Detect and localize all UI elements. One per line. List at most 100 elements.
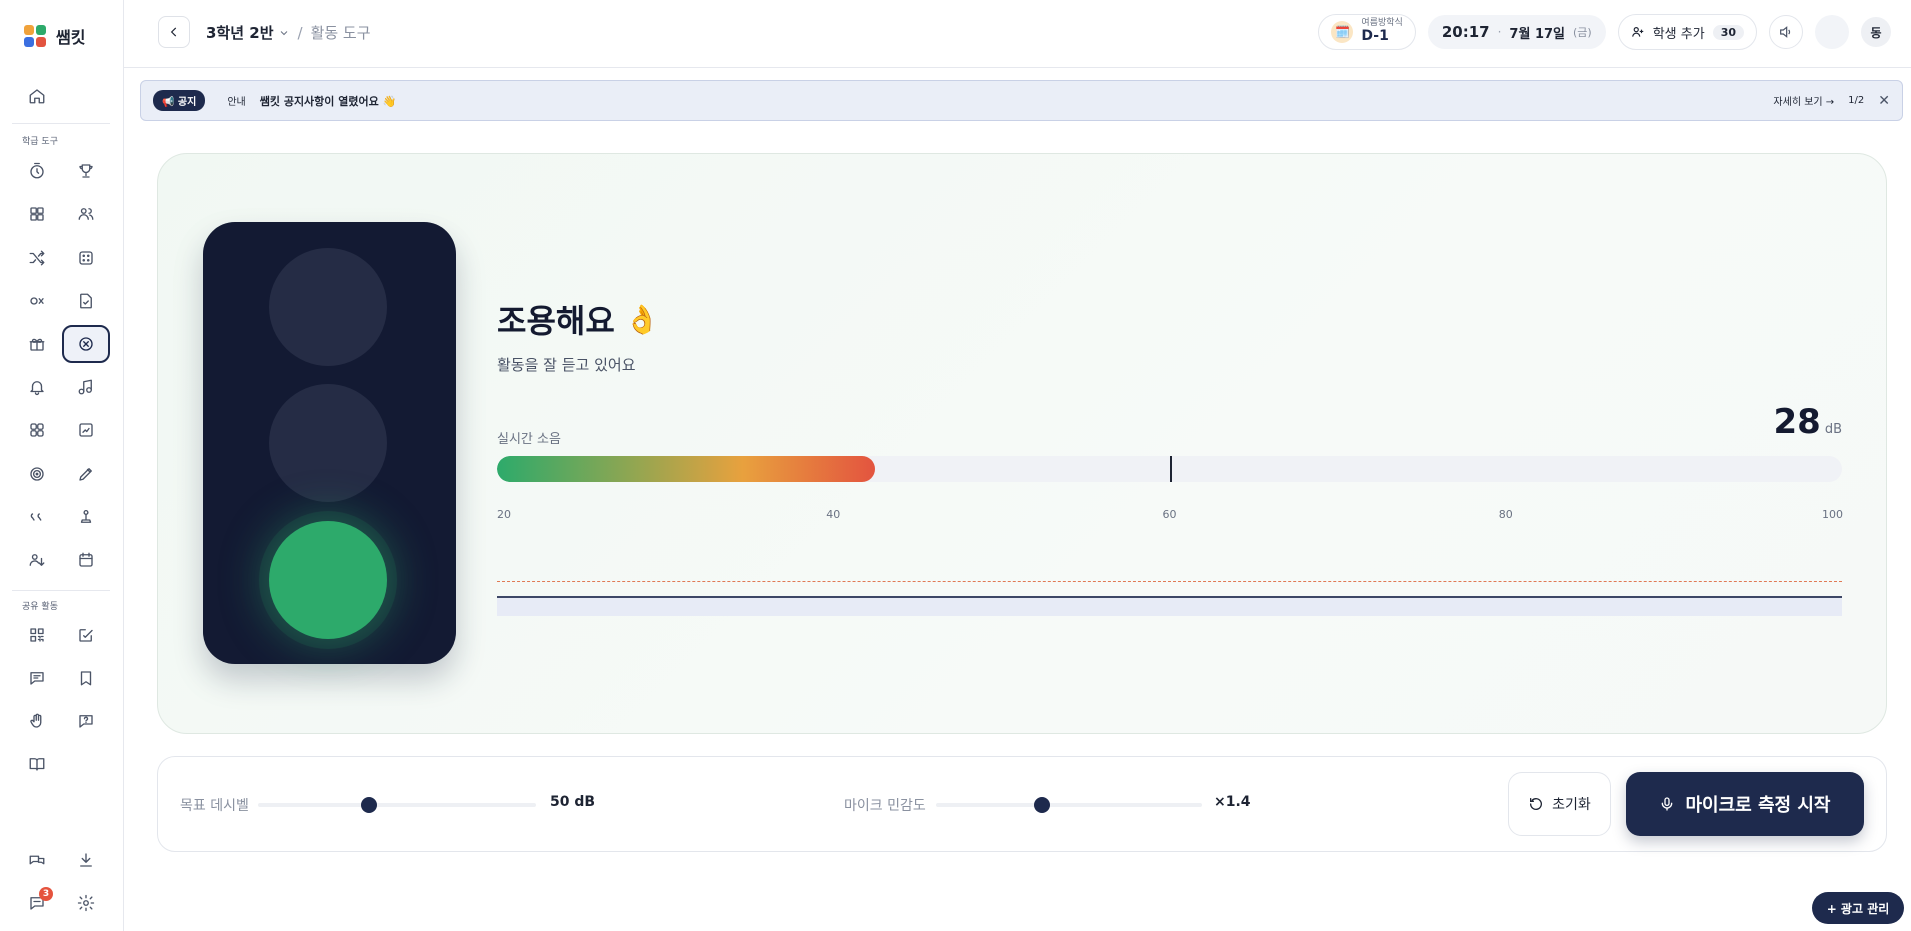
app-logo[interactable]: 쌤킷 (24, 24, 85, 48)
traffic-light-yellow (269, 384, 387, 502)
apps-icon[interactable] (13, 411, 61, 449)
breadcrumb: 3학년 2반 / 활동 도구 (206, 22, 371, 43)
message-board-icon[interactable] (13, 659, 61, 697)
reset-label: 초기화 (1552, 797, 1591, 813)
target-icon[interactable] (13, 455, 61, 493)
add-student-button[interactable]: 학생 추가 30 (1617, 14, 1757, 50)
mic-sensitivity-value: ×1.4 (1214, 794, 1251, 810)
meter-tick-label: 60 (1162, 508, 1177, 521)
chart-board-icon[interactable] (62, 411, 110, 449)
logo-icon (24, 25, 46, 47)
db-value: 28 (1773, 402, 1821, 442)
app-name: 쌤킷 (56, 28, 86, 47)
joystick-icon[interactable] (62, 498, 110, 536)
header-actions: 🗓️ 여름방학식 D-1 20:17 · 7월 17일 (금) 학생 추가 30… (1318, 14, 1891, 50)
sound-button[interactable] (1769, 15, 1803, 49)
app-grid-button[interactable] (1815, 15, 1849, 49)
mic-sensitivity-slider[interactable] (936, 797, 1202, 813)
back-button[interactable] (158, 16, 190, 48)
target-marker (1169, 456, 1172, 482)
download-icon[interactable] (62, 841, 110, 879)
shuffle-icon[interactable] (13, 239, 61, 277)
reset-button[interactable]: 초기화 (1508, 772, 1611, 836)
dice-icon[interactable] (62, 239, 110, 277)
bookmark-icon[interactable] (62, 659, 110, 697)
user-plus-icon (1631, 27, 1643, 37)
notice-message[interactable]: 쌤킷 공지사항이 열렸어요 👋 (260, 93, 397, 109)
breadcrumb-separator: / (297, 23, 303, 42)
qr-code-icon[interactable] (13, 616, 61, 654)
ad-manage-button[interactable]: + 광고 관리 (1812, 892, 1904, 924)
settings-gear-icon[interactable] (62, 884, 110, 922)
noise-meter-card: 조용해요 👌 활동을 잘 듣고 있어요 실시간 소음 28 dB 20 40 60 8… (157, 153, 1887, 734)
home-icon[interactable] (13, 77, 61, 115)
class-selector[interactable]: 3학년 2반 (206, 22, 290, 43)
sidebar: 쌤킷 학급 도구 공유 활동 3 (0, 0, 124, 931)
checklist-icon[interactable] (62, 282, 110, 320)
question-chat-icon[interactable] (62, 702, 110, 740)
status-subtitle: 활동을 잘 듣고 있어요 (497, 356, 636, 374)
edit-square-icon[interactable] (62, 616, 110, 654)
hand-raise-icon[interactable] (13, 702, 61, 740)
pencil-icon[interactable] (62, 455, 110, 493)
meter-tick-label: 100 (1822, 508, 1843, 521)
noise-meter-icon[interactable] (62, 325, 110, 363)
target-db-value: 50 dB (550, 794, 596, 810)
control-panel: 목표 데시벨 50 dB 마이크 민감도 ×1.4 초기화 마이크로 측정 시작 (157, 756, 1887, 852)
close-icon[interactable]: ✕ (1878, 93, 1890, 109)
noise-history-graph (497, 596, 1842, 616)
music-icon[interactable] (62, 368, 110, 406)
sidebar-divider (12, 590, 110, 591)
calendar-icon[interactable] (62, 541, 110, 579)
status-title: 조용해요 👌 (497, 296, 660, 342)
target-db-slider[interactable] (258, 797, 536, 813)
chevron-down-icon (280, 30, 287, 35)
microphone-icon (1662, 797, 1673, 811)
bell-icon[interactable] (13, 368, 61, 406)
book-open-icon[interactable] (13, 745, 61, 783)
clock-widget: 20:17 · 7월 17일 (금) (1427, 15, 1606, 49)
status-title-text: 조용해요 (497, 302, 615, 340)
meter-tick-label: 80 (1498, 508, 1513, 521)
calendar-check-icon: 🗓️ (1331, 21, 1354, 43)
timer-icon[interactable] (13, 152, 61, 190)
add-student-label: 학생 추가 (1652, 26, 1705, 42)
trophy-icon[interactable] (62, 152, 110, 190)
meter-tick-label: 20 (497, 508, 511, 521)
gift-icon[interactable] (13, 325, 61, 363)
reset-icon (1530, 798, 1543, 810)
user-sort-icon[interactable] (13, 541, 61, 579)
notice-more-link[interactable]: 자세히 보기 → (1773, 93, 1834, 108)
feedback-chat-icon[interactable] (13, 841, 61, 879)
group-icon[interactable] (62, 195, 110, 233)
traffic-light-green (269, 521, 387, 639)
speaker-icon (1780, 26, 1791, 38)
mic-sensitivity-slider-thumb[interactable] (1034, 797, 1051, 813)
chat-badge: 3 (39, 887, 53, 901)
noise-meter-fill (497, 456, 876, 482)
meter-label: 실시간 소음 (497, 432, 561, 447)
chat-notification-icon[interactable]: 3 (13, 884, 61, 922)
chevron-left-icon (170, 27, 177, 37)
notice-kind: 안내 (227, 97, 246, 108)
threshold-line (497, 581, 1842, 582)
target-db-label: 목표 데시벨 (180, 798, 249, 814)
clock-date: 7월 17일 (1509, 26, 1565, 42)
start-measure-label: 마이크로 측정 시작 (1685, 795, 1831, 816)
ox-quiz-icon[interactable] (13, 282, 61, 320)
dday-widget[interactable]: 🗓️ 여름방학식 D-1 (1318, 14, 1416, 50)
db-readout: 28 dB (1774, 402, 1843, 442)
user-avatar[interactable]: 동 (1861, 17, 1891, 47)
traffic-light-red (269, 248, 387, 366)
tool-name: 활동 도구 (310, 24, 371, 42)
grid-icon[interactable] (13, 195, 61, 233)
db-unit: dB (1824, 422, 1842, 437)
notice-banner: 📢 공지 안내 쌤킷 공지사항이 열렸어요 👋 자세히 보기 → 1/2 ✕ (140, 80, 1903, 121)
dday-value: D-1 (1361, 28, 1389, 45)
start-measure-button[interactable]: 마이크로 측정 시작 (1626, 772, 1864, 836)
target-db-slider-thumb[interactable] (361, 797, 378, 813)
mic-sensitivity-label: 마이크 민감도 (844, 798, 926, 814)
dots-grid-icon (1824, 24, 1840, 40)
quote-icon[interactable] (13, 498, 61, 536)
clock-weekday: (금) (1573, 26, 1592, 39)
